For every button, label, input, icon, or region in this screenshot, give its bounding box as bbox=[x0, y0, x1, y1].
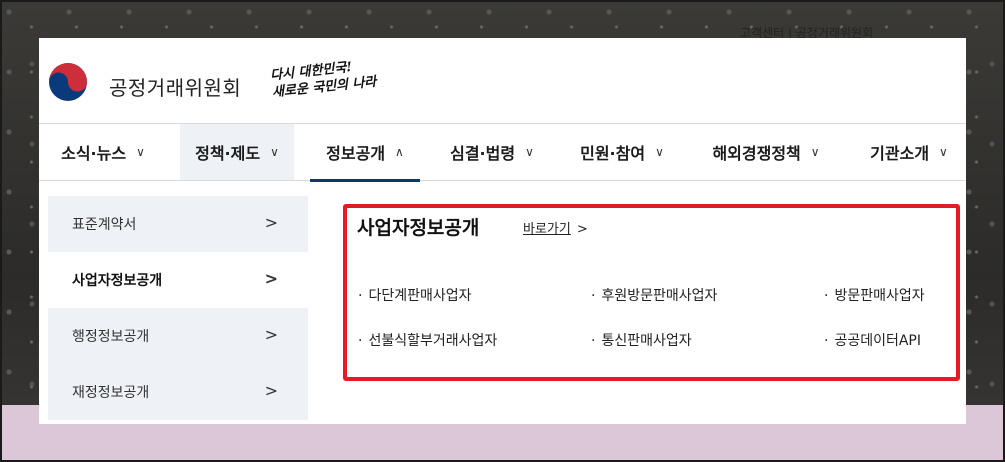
nav-label: 정보공개 bbox=[326, 144, 386, 163]
chevron-right-icon: > bbox=[264, 269, 278, 288]
main-nav: 소식·뉴스 ∨ 정책·제도 ∨ 정보공개 ∧ 심결·법령 ∨ 민원·참여 ∨ 해… bbox=[39, 124, 966, 182]
nav-overseas-policy[interactable]: 해외경쟁정책 ∨ bbox=[701, 124, 831, 180]
nav-label: 소식·뉴스 bbox=[61, 144, 127, 163]
chevron-right-icon: > bbox=[264, 381, 278, 400]
link-visit-sales[interactable]: · 방문판매사업자 bbox=[824, 285, 925, 305]
site-header: 공정거래위원회 다시 대한민국! 새로운 국민의 나라 bbox=[39, 38, 966, 124]
chevron-right-icon: > bbox=[576, 222, 588, 237]
nav-about[interactable]: 기관소개 ∨ bbox=[857, 124, 961, 180]
sidebar-item-label: 표준계약서 bbox=[72, 217, 137, 233]
chevron-down-icon: ∨ bbox=[655, 145, 664, 159]
chevron-right-icon: > bbox=[264, 213, 278, 232]
submenu-sidebar: 표준계약서 > 사업자정보공개 > 행정정보공개 > 재정정보공개 > bbox=[48, 181, 308, 424]
link-label: 방문판매사업자 bbox=[834, 288, 925, 304]
go-link-label: 바로가기 bbox=[523, 222, 571, 237]
bullet-icon: · bbox=[358, 288, 363, 304]
chevron-down-icon: ∨ bbox=[810, 145, 820, 159]
nav-news[interactable]: 소식·뉴스 ∨ bbox=[47, 124, 159, 180]
link-label: 후원방문판매사업자 bbox=[601, 288, 718, 304]
bullet-icon: · bbox=[358, 333, 363, 349]
section-title: 사업자정보공개 bbox=[357, 217, 480, 239]
link-label: 통신판매사업자 bbox=[601, 333, 692, 349]
chevron-down-icon: ∨ bbox=[270, 145, 279, 159]
sidebar-item-label: 재정정보공개 bbox=[72, 385, 150, 401]
chevron-up-icon: ∧ bbox=[395, 145, 404, 159]
mega-menu-panel: 공정거래위원회 다시 대한민국! 새로운 국민의 나라 소식·뉴스 ∨ 정책·제… bbox=[39, 38, 966, 424]
nav-label: 정책·제도 bbox=[195, 144, 261, 163]
bullet-icon: · bbox=[824, 288, 829, 304]
chevron-down-icon: ∨ bbox=[525, 145, 534, 159]
bullet-icon: · bbox=[591, 288, 596, 304]
link-prepaid-installment[interactable]: · 선불식할부거래사업자 bbox=[358, 330, 497, 350]
sidebar-item-label: 행정정보공개 bbox=[72, 329, 150, 345]
link-label: 선불식할부거래사업자 bbox=[368, 333, 498, 349]
nav-label: 민원·참여 bbox=[580, 144, 646, 163]
sidebar-item-finance-info[interactable]: 재정정보공개 > bbox=[48, 364, 308, 420]
nav-label: 심결·법령 bbox=[450, 144, 516, 163]
slogan: 다시 대한민국! 새로운 국민의 나라 bbox=[270, 57, 378, 102]
link-public-data-api[interactable]: · 공공데이터API bbox=[824, 330, 921, 350]
bullet-icon: · bbox=[824, 333, 829, 349]
bullet-icon: · bbox=[591, 333, 596, 349]
sidebar-item-business-info[interactable]: 사업자정보공개 > bbox=[48, 252, 308, 308]
org-name[interactable]: 공정거래위원회 bbox=[109, 72, 241, 101]
nav-label: 기관소개 bbox=[870, 144, 930, 163]
taegeuk-logo-icon[interactable] bbox=[48, 62, 88, 102]
sidebar-item-label: 사업자정보공개 bbox=[72, 273, 163, 289]
sidebar-item-admin-info[interactable]: 행정정보공개 > bbox=[48, 308, 308, 364]
nav-label: 해외경쟁정책 bbox=[712, 144, 801, 163]
nav-policy[interactable]: 정책·제도 ∨ bbox=[180, 124, 294, 180]
nav-decisions-laws[interactable]: 심결·법령 ∨ bbox=[437, 124, 547, 180]
link-sponsored-visit-sales[interactable]: · 후원방문판매사업자 bbox=[591, 285, 717, 305]
link-label: 공공데이터API bbox=[834, 333, 922, 349]
link-label: 다단계판매사업자 bbox=[368, 288, 472, 304]
chevron-right-icon: > bbox=[264, 325, 278, 344]
sidebar-item-standard-contracts[interactable]: 표준계약서 > bbox=[48, 196, 308, 252]
chevron-down-icon: ∨ bbox=[136, 145, 145, 159]
nav-civil-participation[interactable]: 민원·참여 ∨ bbox=[567, 124, 677, 180]
nav-info-disclosure[interactable]: 정보공개 ∧ bbox=[310, 124, 420, 182]
go-link[interactable]: 바로가기 > bbox=[523, 218, 588, 237]
link-telemarketing-sales[interactable]: · 통신판매사업자 bbox=[591, 330, 692, 350]
chevron-down-icon: ∨ bbox=[939, 145, 948, 159]
link-multilevel-sales[interactable]: · 다단계판매사업자 bbox=[358, 285, 472, 305]
